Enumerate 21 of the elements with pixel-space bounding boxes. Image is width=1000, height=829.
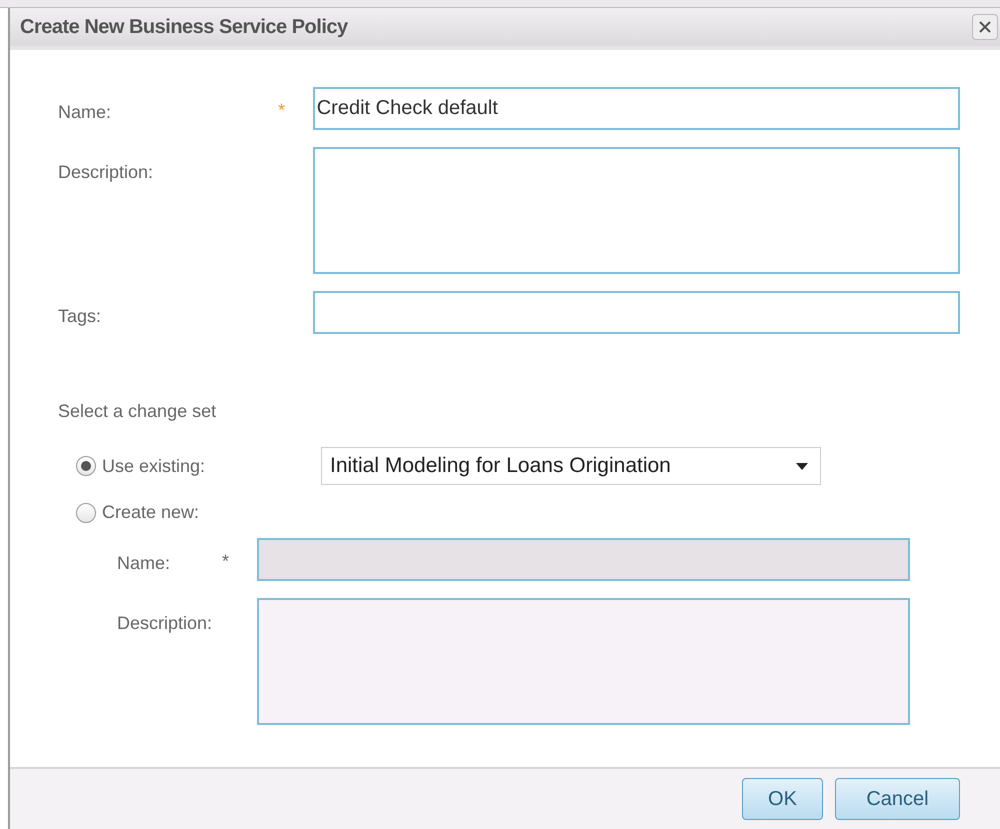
input-field[interactable] xyxy=(312,291,960,334)
field-label: Name: xyxy=(58,101,112,124)
input-field[interactable]: Credit Check default xyxy=(312,87,960,130)
close-icon xyxy=(979,21,991,33)
radio-button[interactable]: Use existing: xyxy=(76,452,321,480)
dialog-button[interactable]: Cancel xyxy=(835,778,960,820)
radio-button[interactable]: Create new: xyxy=(76,499,321,526)
window-title: Create New Business Service Policy xyxy=(20,15,348,40)
text-area[interactable] xyxy=(257,598,910,725)
required-mark: * xyxy=(222,551,230,571)
field-label: Name: xyxy=(116,552,172,575)
required-mark: * xyxy=(278,100,286,120)
field-label: Tags: xyxy=(58,305,102,328)
close-button[interactable] xyxy=(972,14,998,40)
dialog-button[interactable]: OK xyxy=(742,778,823,820)
text-area[interactable] xyxy=(312,147,960,274)
section-heading: Select a change set xyxy=(58,400,216,423)
dropdown[interactable]: Initial Modeling for Loans Origination xyxy=(321,447,821,485)
caret-icon xyxy=(796,462,808,470)
field-label: Description: xyxy=(116,612,214,635)
field-label: Description: xyxy=(58,161,154,184)
